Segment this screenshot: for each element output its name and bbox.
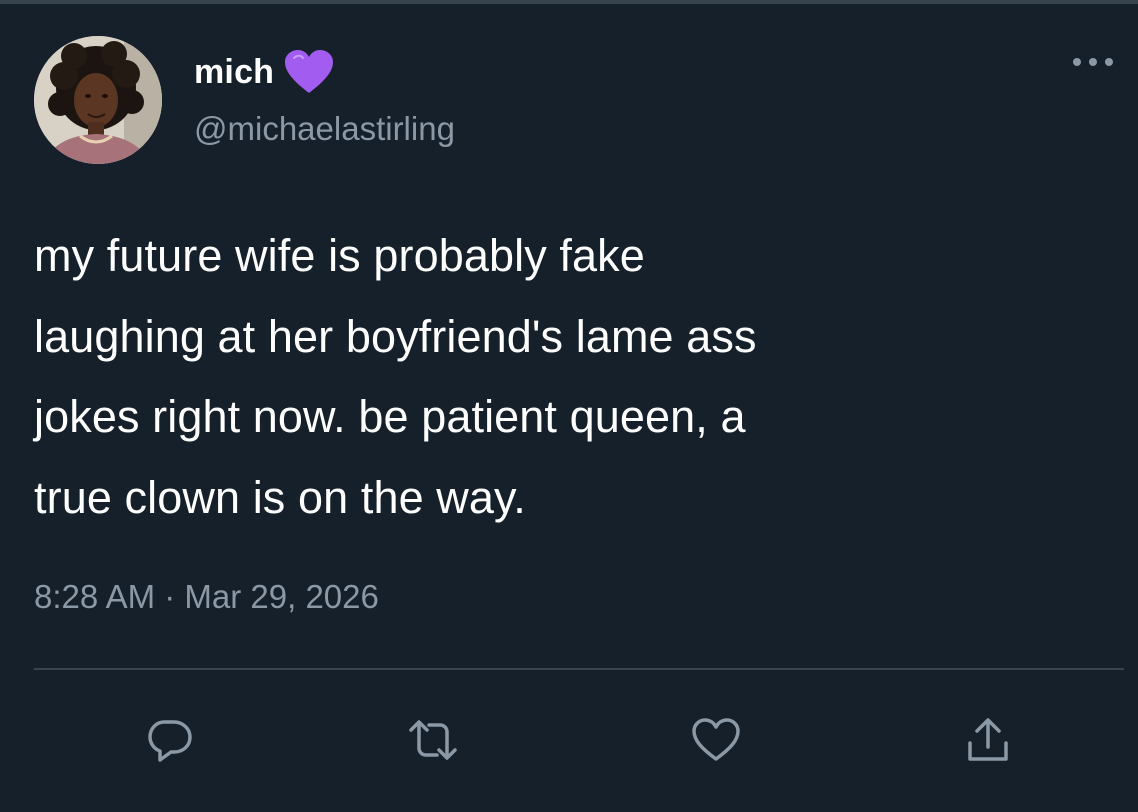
share-button[interactable]	[948, 700, 1028, 780]
author-name-row: mich	[194, 48, 334, 96]
author-display-name[interactable]: mich	[194, 53, 274, 92]
actions-divider	[34, 668, 1124, 670]
heart-outline-icon	[692, 718, 740, 761]
tweet-actions-bar	[0, 700, 1138, 780]
more-options-button[interactable]	[1068, 50, 1118, 74]
avatar[interactable]	[34, 36, 162, 164]
tweet-text: my future wife is probably fake laughing…	[34, 230, 757, 523]
purple-heart-icon	[284, 49, 334, 95]
more-dots-icon	[1073, 58, 1113, 66]
author-handle[interactable]: @michaelastirling	[194, 110, 455, 148]
speech-bubble-icon	[148, 720, 192, 762]
tweet-timestamp[interactable]: 8:28 AM · Mar 29, 2026	[34, 578, 379, 616]
top-edge-divider	[0, 0, 1138, 4]
avatar-photo	[34, 36, 162, 164]
share-upload-icon	[968, 718, 1008, 761]
retweet-button[interactable]	[393, 700, 473, 780]
like-button[interactable]	[676, 700, 756, 780]
retweet-icon	[409, 720, 457, 760]
reply-button[interactable]	[130, 700, 210, 780]
